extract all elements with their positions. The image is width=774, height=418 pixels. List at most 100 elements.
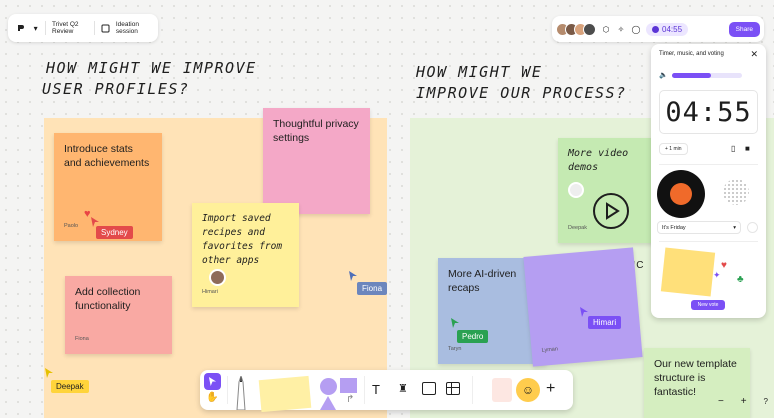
cursor-label: Fiona: [357, 282, 388, 295]
sticky-note[interactable]: More video demos Deepak: [558, 138, 665, 243]
session-icon: [101, 23, 110, 33]
volume-slider[interactable]: [672, 73, 742, 78]
timer-icon: [652, 25, 659, 33]
divider: [94, 21, 95, 35]
sticky-tool-icon[interactable]: [258, 375, 312, 413]
sticky-note[interactable]: Introduce stats and achievements Paolo ♥: [54, 133, 162, 241]
pause-icon[interactable]: ▯: [731, 144, 735, 153]
add-minute-button[interactable]: + 1 min: [659, 143, 688, 155]
sticky-author: Lyman: [541, 346, 559, 354]
sparkle-icon: ✦: [713, 270, 721, 280]
avatar: [568, 182, 584, 198]
pen-tool-icon[interactable]: [232, 376, 250, 410]
play-button[interactable]: [747, 222, 758, 233]
vinyl-record-icon: [657, 170, 705, 218]
stop-icon[interactable]: ■: [745, 144, 750, 153]
divider: [45, 21, 47, 35]
avatar-group[interactable]: [556, 22, 596, 36]
zoom-out-icon[interactable]: −: [718, 396, 724, 407]
hand-tool-icon[interactable]: ✋: [206, 392, 218, 403]
table-tool-icon[interactable]: [446, 382, 460, 395]
share-button[interactable]: Share: [728, 21, 760, 37]
divider: [364, 376, 365, 404]
shape-square-icon[interactable]: [340, 378, 357, 393]
speaker-icon: [723, 179, 749, 205]
panel-title: Timer, music, and voting: [659, 51, 724, 57]
sticky-text: Add collection functionality: [75, 286, 141, 312]
sticky-author: Deepak: [568, 225, 587, 231]
connector-icon[interactable]: ↱: [346, 394, 354, 405]
divider: [472, 376, 473, 404]
cursor-arrow-icon: [451, 318, 459, 328]
section-heading-right: HOW MIGHT WE IMPROVE OUR PROCESS?: [416, 62, 627, 104]
cursor-label: Sydney: [96, 226, 133, 239]
timer-music-voting-panel: Timer, music, and voting ✕ 🔈 04:55 + 1 m…: [651, 44, 766, 318]
help-icon[interactable]: ?: [764, 397, 768, 406]
volume-icon[interactable]: 🔈: [659, 71, 668, 79]
text-tool-icon[interactable]: T: [372, 382, 380, 397]
new-vote-button[interactable]: New vote: [691, 300, 725, 310]
sticky-author: Fiona: [75, 336, 89, 342]
vote-sticky-preview: [660, 247, 716, 297]
divider: [227, 376, 228, 404]
sticky-note[interactable]: Import saved recipes and favorites from …: [192, 203, 299, 307]
stickers-icon[interactable]: [492, 378, 512, 402]
chevron-down-icon[interactable]: ▾: [32, 23, 39, 33]
volume-slider-fill: [672, 73, 711, 78]
cursor-arrow-icon: [349, 271, 357, 281]
sticky-author: Paolo: [64, 223, 79, 229]
cursor-chat-icon[interactable]: ⬡: [601, 24, 611, 34]
chevron-down-icon: ▾: [733, 224, 736, 231]
sticky-text: More video demos: [568, 148, 629, 173]
sticky-text: More AI-driven recaps: [448, 268, 517, 294]
sticky-text: Import saved recipes and favorites from …: [202, 213, 283, 266]
collab-bar: ⬡ ✧ ◯ 04:55 Share: [552, 16, 764, 42]
divider: [659, 164, 758, 165]
divider: [659, 241, 758, 242]
sticky-text: Thoughtful privacy settings: [273, 118, 359, 144]
cursor-arrow-icon: [45, 368, 53, 378]
shape-triangle-icon[interactable]: [320, 396, 336, 410]
timer-readout: 04:55: [662, 24, 683, 34]
cursor-label: Pedro: [457, 330, 489, 343]
close-icon[interactable]: ✕: [750, 49, 758, 60]
board-header: ▾ Trivet Q2 Review Ideation session: [8, 14, 158, 42]
sticky-note[interactable]: Thoughtful privacy settings: [263, 108, 370, 214]
session-label[interactable]: Ideation session: [116, 21, 150, 35]
avatar[interactable]: [583, 22, 596, 36]
stamp-tool-icon[interactable]: ♜: [398, 382, 408, 395]
sticky-note[interactable]: Add collection functionality Fiona: [65, 276, 172, 354]
playlist-select[interactable]: It's Friday ▾: [657, 221, 741, 234]
plant-sticker-icon: ♣: [737, 274, 744, 285]
shape-circle-icon[interactable]: [320, 378, 337, 395]
zoom-controls: − + ?: [718, 392, 768, 410]
section-heading-left: HOW MIGHT WE IMPROVE USER PROFILES?: [42, 58, 257, 100]
cursor-arrow-icon: [580, 307, 588, 317]
zoom-in-icon[interactable]: +: [741, 396, 747, 407]
heading-line: HOW MIGHT WE: [416, 63, 543, 81]
sparkle-icon[interactable]: ✧: [616, 24, 626, 34]
timer-display: 04:55: [659, 90, 758, 134]
avatar: [209, 269, 226, 286]
select-tool-icon[interactable]: [204, 373, 221, 390]
sticky-text: Introduce stats and achievements: [64, 143, 150, 169]
play-icon: [592, 192, 630, 235]
add-icon[interactable]: +: [546, 380, 555, 398]
emoji-icon[interactable]: ☺: [516, 378, 540, 402]
creation-toolbar: ✋ ↱ T ♜ ☺ +: [200, 370, 573, 413]
heart-sticker-icon: ♥: [84, 208, 91, 220]
timer-pill[interactable]: 04:55: [646, 22, 689, 36]
cursor-label: Deepak: [51, 380, 89, 393]
heading-line: HOW MIGHT WE IMPROVE: [46, 59, 257, 77]
section-tool-icon[interactable]: [422, 382, 436, 395]
board-title[interactable]: Trivet Q2 Review: [52, 21, 88, 35]
sticky-author: Taryn: [448, 346, 462, 352]
heart-sticker-icon: ♥: [721, 260, 727, 271]
playlist-name: It's Friday: [662, 224, 686, 231]
heading-line: IMPROVE OUR PROCESS?: [416, 84, 627, 102]
heading-line: USER PROFILES?: [42, 80, 190, 98]
comment-icon[interactable]: ◯: [631, 24, 641, 34]
menu-icon[interactable]: [16, 23, 26, 33]
cursor-label: Himari: [588, 316, 622, 329]
sticky-author: Himari: [202, 289, 218, 295]
